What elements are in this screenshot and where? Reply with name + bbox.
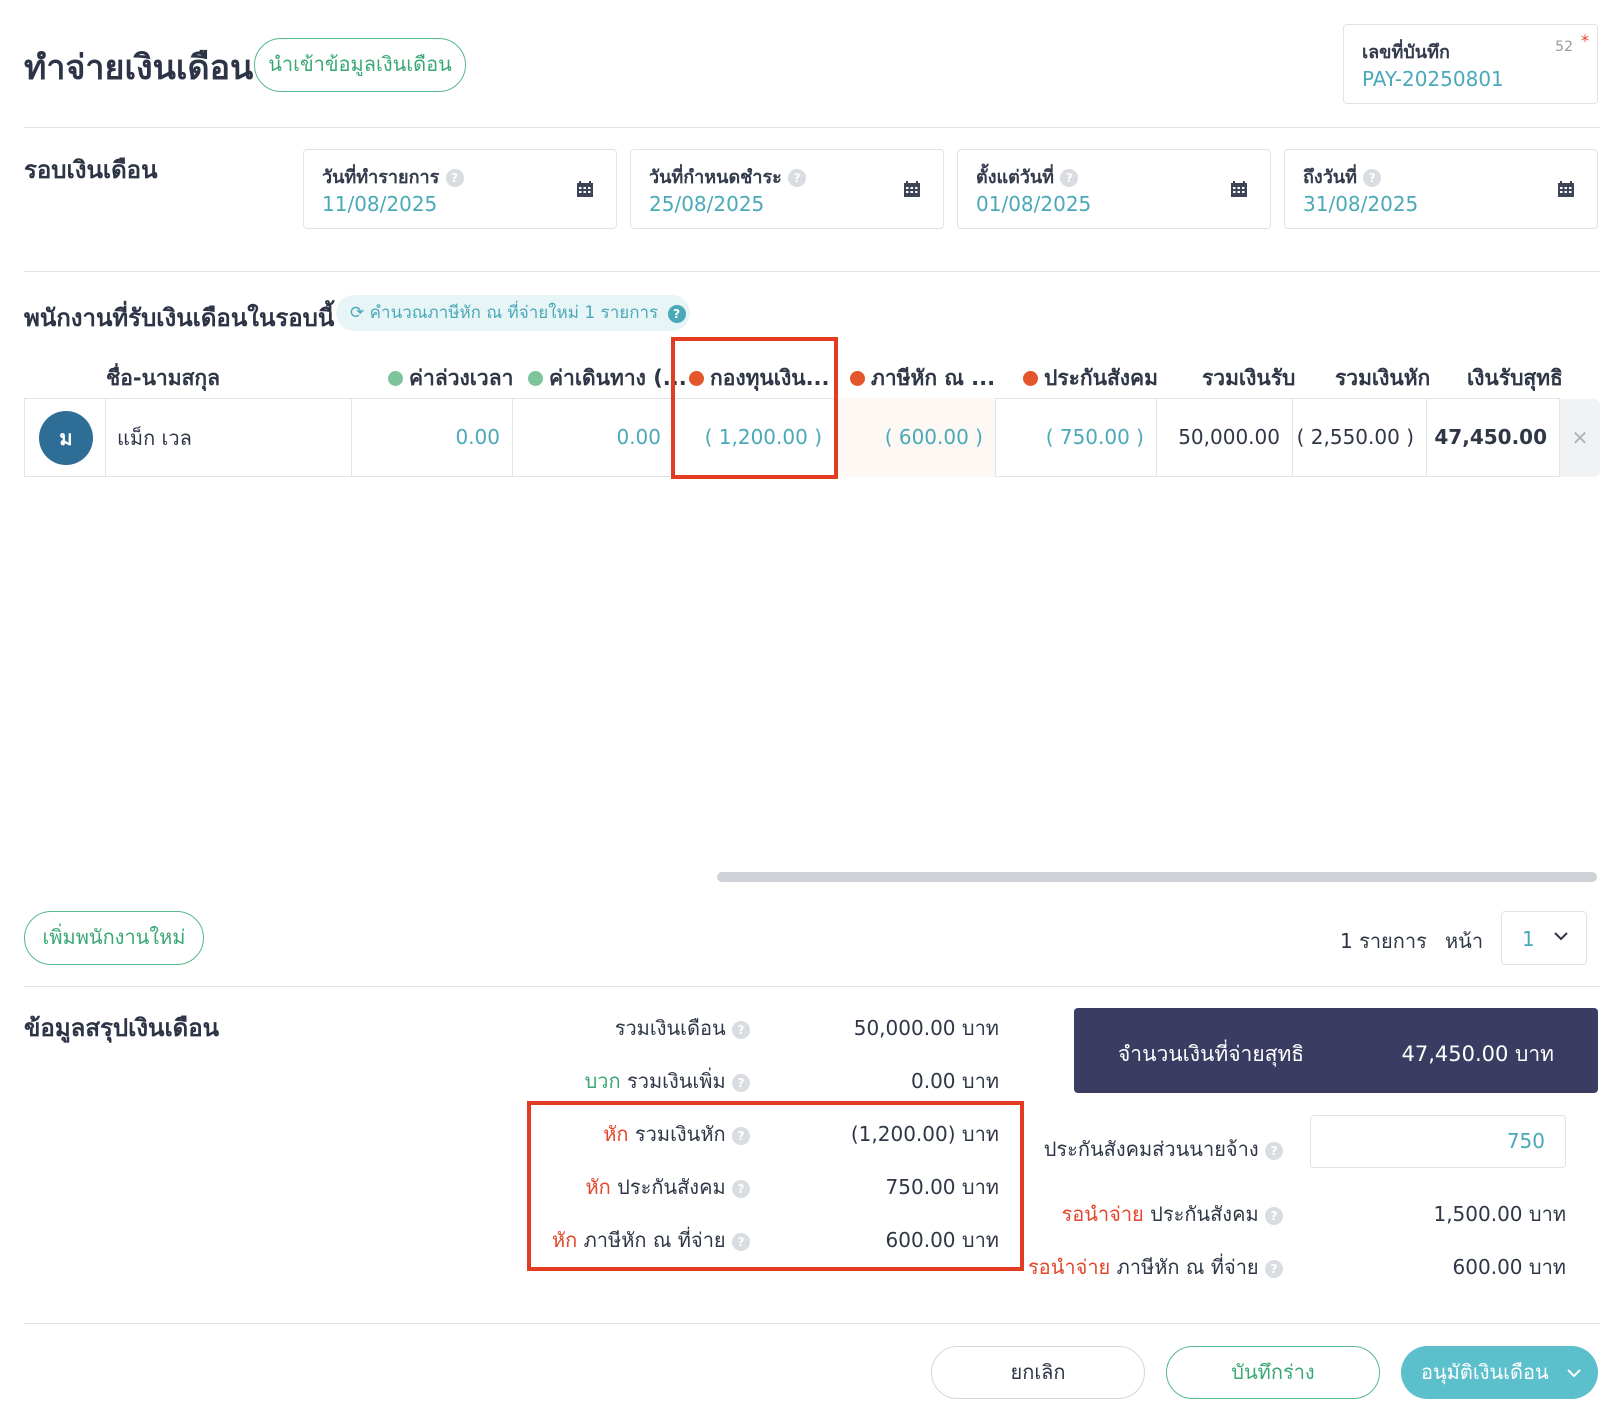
end-date-label: ถึงวันที่ (1303, 167, 1357, 188)
divider (24, 271, 1600, 272)
import-payroll-button[interactable]: นำเข้าข้อมูลเงินเดือน (254, 38, 466, 92)
column-header-total-income: รวมเงินรับ (1202, 366, 1296, 390)
employer-social-input[interactable]: 750 (1310, 1115, 1566, 1168)
column-header-name: ชื่อ-นามสกุล (106, 366, 220, 390)
calendar-icon[interactable] (903, 181, 921, 198)
cell-travel[interactable]: 0.00 (512, 398, 673, 477)
start-date-value[interactable]: 01/08/2025 (976, 192, 1091, 216)
help-icon[interactable]: ? (788, 169, 807, 187)
page-select-value: 1 (1522, 927, 1535, 951)
due-date-field[interactable]: วันที่กำหนดชำระ ? 25/08/2025 (630, 149, 944, 229)
recalc-label: คำนวณภาษีหัก ณ ที่จ่ายใหม่ 1 รายการ (369, 303, 659, 323)
horizontal-scrollbar[interactable] (717, 872, 1597, 882)
deduction-dot-icon (850, 371, 865, 386)
help-icon[interactable]: ? (1265, 1206, 1283, 1225)
cell-overtime[interactable]: 0.00 (351, 398, 512, 477)
help-icon[interactable]: ? (1363, 169, 1382, 187)
pager-count: 1 รายการ (1340, 929, 1427, 953)
avatar: ม (39, 411, 93, 465)
doc-number-char-count: 52 (1555, 39, 1573, 55)
help-icon[interactable]: ? (1265, 1141, 1283, 1160)
divider (24, 1323, 1600, 1324)
summary-total-salary-value: 50,000.00 บาท (853, 1016, 999, 1040)
pending-social-label: รอนำจ่าย ประกันสังคม ? (1061, 1198, 1283, 1230)
column-header-social-security[interactable]: ประกันสังคม (1023, 362, 1158, 395)
cancel-button[interactable]: ยกเลิก (931, 1346, 1145, 1399)
page-select[interactable]: 1 (1501, 911, 1587, 965)
help-icon[interactable]: ? (1265, 1259, 1283, 1278)
recalc-tax-button[interactable]: ⟳ คำนวณภาษีหัก ณ ที่จ่ายใหม่ 1 รายการ ? (336, 295, 690, 331)
employer-social-label: ประกันสังคมส่วนนายจ้าง ? (1044, 1133, 1283, 1165)
payroll-round-title: รอบเงินเดือน (24, 156, 158, 184)
cell-total-deduct: ( 2,550.00 ) (1292, 398, 1426, 477)
page-title: ทำจ่ายเงินเดือน (24, 48, 254, 88)
due-date-label: วันที่กำหนดชำระ (649, 167, 782, 188)
cell-social-security[interactable]: ( 750.00 ) (995, 398, 1156, 477)
start-date-field[interactable]: ตั้งแต่วันที่ ? 01/08/2025 (957, 149, 1271, 229)
doc-number-field[interactable]: เลขที่บันทึก 52 * PAY-20250801 (1343, 24, 1598, 104)
save-draft-button[interactable]: บันทึกร่าง (1166, 1346, 1380, 1399)
summary-total-salary-label: รวมเงินเดือน ? (615, 1012, 750, 1044)
employees-section-title: พนักงานที่รับเงินเดือนในรอบนี้ (24, 304, 335, 332)
column-header-total-deduct: รวมเงินหัก (1335, 366, 1431, 390)
transaction-date-label: วันที่ทำรายการ (322, 167, 440, 188)
chevron-down-icon (1554, 932, 1568, 941)
earning-dot-icon (388, 371, 403, 386)
pending-social-value: 1,500.00 บาท (1433, 1202, 1566, 1226)
divider (24, 127, 1600, 128)
divider (24, 986, 1600, 987)
calendar-icon[interactable] (1557, 181, 1575, 198)
column-header-tax[interactable]: ภาษีหัก ณ ... (850, 362, 995, 395)
doc-number-value[interactable]: PAY-20250801 (1362, 67, 1504, 91)
cell-tax[interactable]: ( 600.00 ) (834, 398, 995, 477)
summary-extra-label: บวก รวมเงินเพิ่ม ? (585, 1065, 750, 1097)
help-icon[interactable]: ? (667, 305, 686, 323)
end-date-value[interactable]: 31/08/2025 (1303, 192, 1418, 216)
add-employee-button[interactable]: เพิ่มพนักงานใหม่ (24, 911, 204, 965)
transaction-date-value[interactable]: 11/08/2025 (322, 192, 437, 216)
column-header-travel[interactable]: ค่าเดินทาง (... (528, 362, 687, 395)
transaction-date-field[interactable]: วันที่ทำรายการ ? 11/08/2025 (303, 149, 617, 229)
remove-row-icon[interactable]: ✕ (1560, 399, 1600, 477)
due-date-value[interactable]: 25/08/2025 (649, 192, 764, 216)
approve-payroll-button[interactable]: อนุมัติเงินเดือน (1401, 1346, 1598, 1399)
help-icon[interactable]: ? (1060, 169, 1079, 187)
pager-page-label: หน้า (1445, 929, 1484, 953)
cell-net: 47,450.00 (1426, 398, 1560, 477)
help-icon[interactable]: ? (445, 169, 464, 187)
net-pay-value: 47,450.00 บาท (1401, 1042, 1554, 1066)
column-header-net: เงินรับสุทธิ (1467, 366, 1563, 390)
employee-name[interactable]: แม็ก เวล (117, 422, 192, 454)
column-header-overtime[interactable]: ค่าล่วงเวลา (388, 362, 513, 395)
calendar-icon[interactable] (1230, 181, 1248, 198)
deduction-dot-icon (1023, 371, 1038, 386)
help-icon[interactable]: ? (732, 1020, 750, 1039)
end-date-field[interactable]: ถึงวันที่ ? 31/08/2025 (1284, 149, 1598, 229)
highlight-box (671, 337, 838, 479)
summary-title: ข้อมูลสรุปเงินเดือน (24, 1014, 220, 1042)
refresh-icon: ⟳ (350, 303, 365, 323)
doc-number-label: เลขที่บันทึก (1362, 42, 1450, 63)
chevron-down-icon (1567, 1369, 1581, 1378)
earning-dot-icon (528, 371, 543, 386)
calendar-icon[interactable] (576, 181, 594, 198)
net-pay-box: จำนวนเงินที่จ่ายสุทธิ 47,450.00 บาท (1074, 1008, 1598, 1093)
pending-tax-value: 600.00 บาท (1452, 1255, 1566, 1279)
cell-total-income: 50,000.00 (1156, 398, 1292, 477)
pending-tax-label: รอนำจ่าย ภาษีหัก ณ ที่จ่าย ? (1028, 1251, 1283, 1283)
highlight-box (527, 1101, 1024, 1271)
approve-label: อนุมัติเงินเดือน (1421, 1360, 1549, 1384)
required-mark: * (1581, 31, 1589, 50)
net-pay-label: จำนวนเงินที่จ่ายสุทธิ (1118, 1042, 1305, 1066)
help-icon[interactable]: ? (732, 1073, 750, 1092)
summary-extra-value: 0.00 บาท (911, 1069, 999, 1093)
start-date-label: ตั้งแต่วันที่ (976, 167, 1055, 188)
